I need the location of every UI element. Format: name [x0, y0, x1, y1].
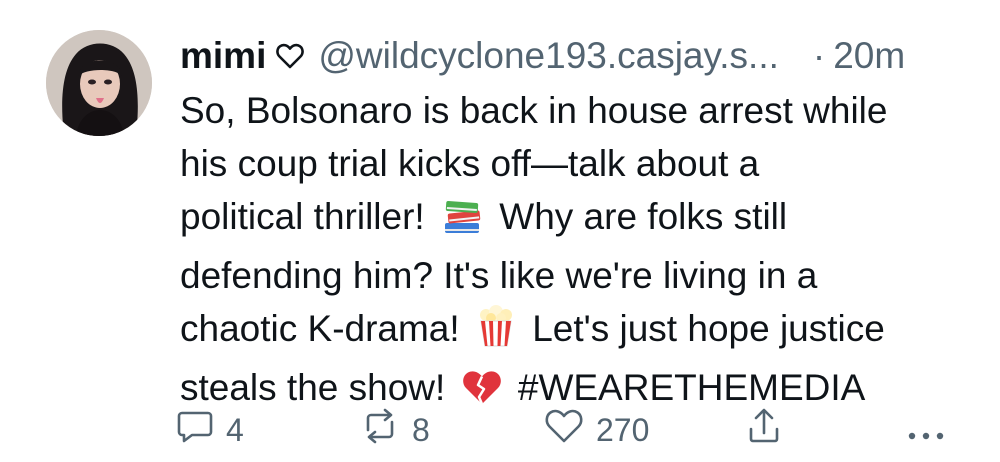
like-button[interactable]: 270 [544, 408, 649, 452]
post-text-line: his coup trial kicks off—talk about a [180, 143, 760, 184]
post-text-segment: political thriller! [180, 196, 425, 237]
like-count: 270 [596, 411, 650, 448]
post-text-segment: Why are folks still [499, 196, 788, 237]
post-text-segment: steals the show! [180, 367, 446, 408]
heart-outline-icon [276, 43, 305, 69]
share-button[interactable] [746, 408, 782, 452]
reply-count: 4 [226, 411, 244, 448]
ellipsis-icon [906, 412, 946, 449]
post-text-line: defending him? It's like we're living in… [180, 255, 818, 296]
reply-button[interactable]: 4 [176, 408, 244, 452]
post-text-line: political thriller! Why are folks still [180, 190, 980, 249]
more-options-button[interactable] [906, 408, 946, 452]
post-actions: 4 8 270 [176, 408, 976, 452]
post-timestamp[interactable]: 20m [833, 35, 905, 77]
repost-count: 8 [412, 411, 430, 448]
post-text-line: So, Bolsonaro is back in house arrest wh… [180, 90, 888, 131]
post-text-segment: chaotic K-drama! [180, 308, 460, 349]
avatar[interactable] [46, 30, 152, 136]
share-icon [746, 407, 782, 453]
hashtag-link[interactable]: #WEARETHEMEDIA [518, 367, 865, 408]
post-text: So, Bolsonaro is back in house arrest wh… [180, 84, 980, 420]
header-separator: · [812, 35, 826, 76]
user-handle[interactable]: @wildcyclone193.casjay.s... [318, 35, 779, 77]
display-name[interactable]: mimi [180, 35, 266, 77]
popcorn-emoji-icon [476, 305, 516, 361]
reply-icon [176, 408, 214, 452]
repost-button[interactable]: 8 [360, 408, 430, 452]
post-text-line: chaotic K-drama! Let's just hope justice [180, 302, 980, 361]
post-header: mimi @wildcyclone193.casjay.s... · 20m [180, 28, 964, 84]
post-text-segment: Let's just hope justice [532, 308, 885, 349]
post-card[interactable]: mimi @wildcyclone193.casjay.s... · 20m S… [0, 0, 1000, 462]
repost-icon [360, 408, 400, 452]
books-emoji-icon [441, 196, 483, 249]
heart-icon [544, 408, 584, 452]
